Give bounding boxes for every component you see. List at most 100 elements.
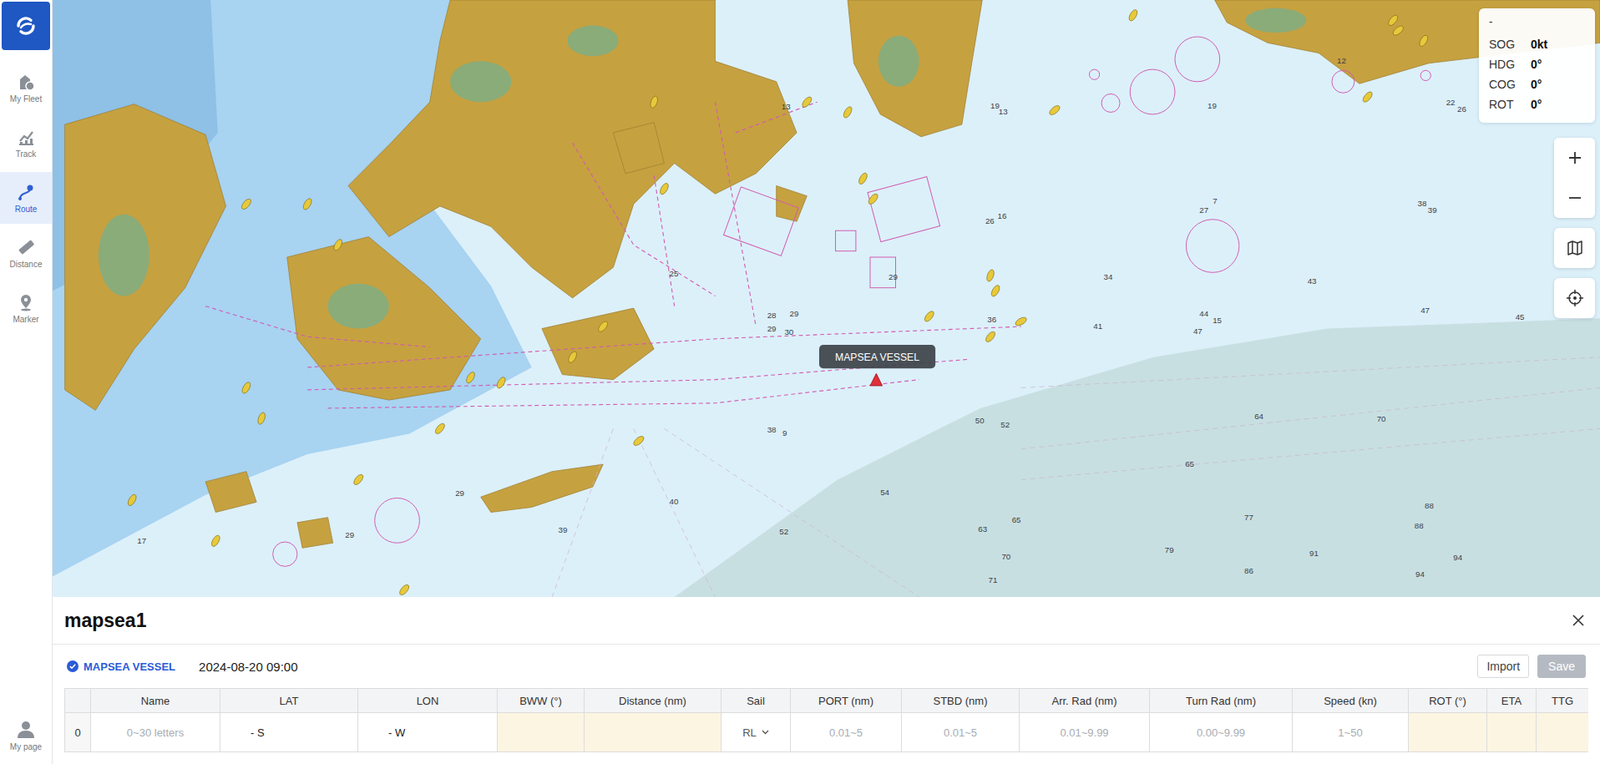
sidebar-label: My Fleet (10, 94, 42, 104)
column-header: LON (358, 688, 498, 714)
table-cell (220, 713, 359, 752)
vegetation (98, 8, 1307, 330)
vessel-marker-icon[interactable] (1361, 90, 1374, 104)
depth-sounding: 22 (1446, 97, 1456, 107)
column-header: Speed (kn) (1292, 688, 1409, 714)
vessel-marker-icon[interactable] (352, 472, 365, 487)
vessel-name: MAPSEA VESSEL (83, 660, 176, 674)
vessel-marker-icon[interactable] (632, 434, 646, 447)
depth-sounding: 79 (1164, 545, 1175, 555)
close-button[interactable] (1568, 610, 1589, 631)
zoom-out-button[interactable] (1554, 177, 1595, 218)
sidebar-item[interactable]: Track (0, 116, 52, 169)
depth-sounding: 94 (1453, 552, 1463, 563)
vessel-marker-icon[interactable] (800, 95, 814, 109)
vessel-marker-icon[interactable] (866, 192, 880, 206)
vessel-marker-icon[interactable] (648, 95, 659, 109)
vessel-marker-icon[interactable] (209, 534, 222, 548)
import-button[interactable]: Import (1477, 654, 1530, 679)
vessel-marker-icon[interactable] (984, 329, 998, 344)
vessel-marker-icon[interactable] (495, 375, 507, 390)
info-value: 0° (1530, 54, 1542, 75)
vessel-marker-icon[interactable] (1048, 103, 1062, 117)
depth-sounding: 13 (998, 106, 1008, 117)
info-row: ROT 0° (1488, 94, 1585, 115)
vessel-marker-icon[interactable] (1127, 8, 1140, 22)
column-header: STBD (nm) (901, 688, 1020, 714)
vessel-tooltip-label: MAPSEA VESSEL (835, 351, 920, 364)
chevron-down-icon (761, 729, 770, 735)
vessel-marker-icon[interactable] (256, 411, 267, 426)
vessel-marker-icon[interactable] (989, 283, 1002, 298)
sidebar-item[interactable]: My Fleet (0, 61, 52, 114)
vessel-marker-icon[interactable] (398, 582, 411, 597)
coordinate-input[interactable] (359, 715, 496, 750)
sidebar-item[interactable]: Distance (0, 227, 52, 279)
fleet-icon (16, 72, 36, 92)
depth-sounding: 40 (669, 496, 679, 507)
vessel-marker-icon[interactable] (1391, 24, 1405, 37)
cell-input[interactable] (1151, 715, 1291, 750)
user-item[interactable]: My page (0, 708, 52, 761)
vessel-marker-icon[interactable] (841, 105, 854, 119)
close-icon (1571, 613, 1585, 628)
cell-input[interactable] (792, 715, 900, 750)
vessel-marker-icon[interactable] (597, 319, 610, 334)
locate-button[interactable] (1554, 278, 1595, 319)
waypoint-table: NameLATLONBWW (°)Distance (nm)SailPORT (… (64, 688, 1589, 753)
chart-icon (16, 127, 36, 147)
vessel-marker-icon[interactable] (433, 421, 446, 436)
vessel-marker-icon[interactable] (126, 493, 138, 507)
coordinate-input[interactable] (222, 715, 356, 750)
map-layer-button[interactable] (1554, 227, 1595, 269)
vessel-marker-icon[interactable] (658, 182, 671, 196)
vessel-marker-icon[interactable] (240, 380, 253, 395)
cell-input[interactable] (92, 715, 218, 750)
cell-input[interactable] (1021, 715, 1148, 750)
sidebar-item[interactable]: Marker (0, 282, 52, 335)
vessel-marker-icon[interactable] (567, 350, 579, 365)
main: 1319131912222672726163839344347454415474… (52, 0, 1600, 764)
vessel-tooltip (819, 344, 936, 369)
depth-sounding: 41 (1093, 321, 1103, 331)
depth-sounding: 54 (880, 487, 890, 497)
table-cell (1019, 713, 1150, 752)
zoom-in-button[interactable] (1554, 137, 1595, 178)
map[interactable]: 1319131912222672726163839344347454415474… (52, 0, 1600, 598)
vessel-marker-icon[interactable] (1417, 34, 1430, 48)
row-index: 0 (65, 713, 92, 752)
sidebar-item[interactable]: Route (0, 172, 52, 224)
info-title: - (1488, 15, 1585, 28)
ruler-icon (16, 237, 36, 257)
depth-sounding: 94 (1415, 569, 1425, 579)
cell-input[interactable] (903, 715, 1018, 750)
vessel-marker-icon[interactable] (1013, 315, 1028, 328)
vessel-marker-icon[interactable] (332, 237, 345, 252)
map-controls (1554, 137, 1595, 319)
info-value: 0° (1530, 74, 1542, 95)
info-label: ROT (1488, 94, 1521, 115)
depth-sounding: 65 (1012, 515, 1022, 525)
depth-sounding: 34 (1103, 272, 1114, 282)
logo-icon[interactable] (1, 1, 51, 51)
depth-sounding: 52 (779, 526, 789, 537)
plus-icon (1566, 149, 1584, 167)
cell-input[interactable] (1294, 715, 1407, 750)
vessel-marker-icon[interactable] (985, 268, 996, 283)
vessel-marker-icon[interactable] (465, 370, 477, 385)
sail-select[interactable]: RL (742, 726, 770, 740)
vessel-marker-icon[interactable] (239, 197, 253, 211)
land (65, 0, 1600, 548)
vessel-marker-icon[interactable] (922, 309, 936, 324)
vessel-marker-icon[interactable] (1387, 13, 1400, 27)
route-icon (16, 182, 36, 202)
vessel-marker-icon[interactable] (301, 197, 314, 211)
depth-sounding: 70 (1377, 414, 1387, 424)
info-row: HDG0° (1488, 54, 1585, 75)
vessel-marker-icon[interactable] (857, 172, 870, 186)
table-cell (1292, 713, 1409, 752)
info-value: 0° (1530, 94, 1542, 115)
own-vessel-icon[interactable] (870, 373, 883, 386)
chart-canvas[interactable]: 1319131912222672726163839344347454415474… (52, 0, 1600, 598)
column-header: ETA (1487, 688, 1537, 714)
